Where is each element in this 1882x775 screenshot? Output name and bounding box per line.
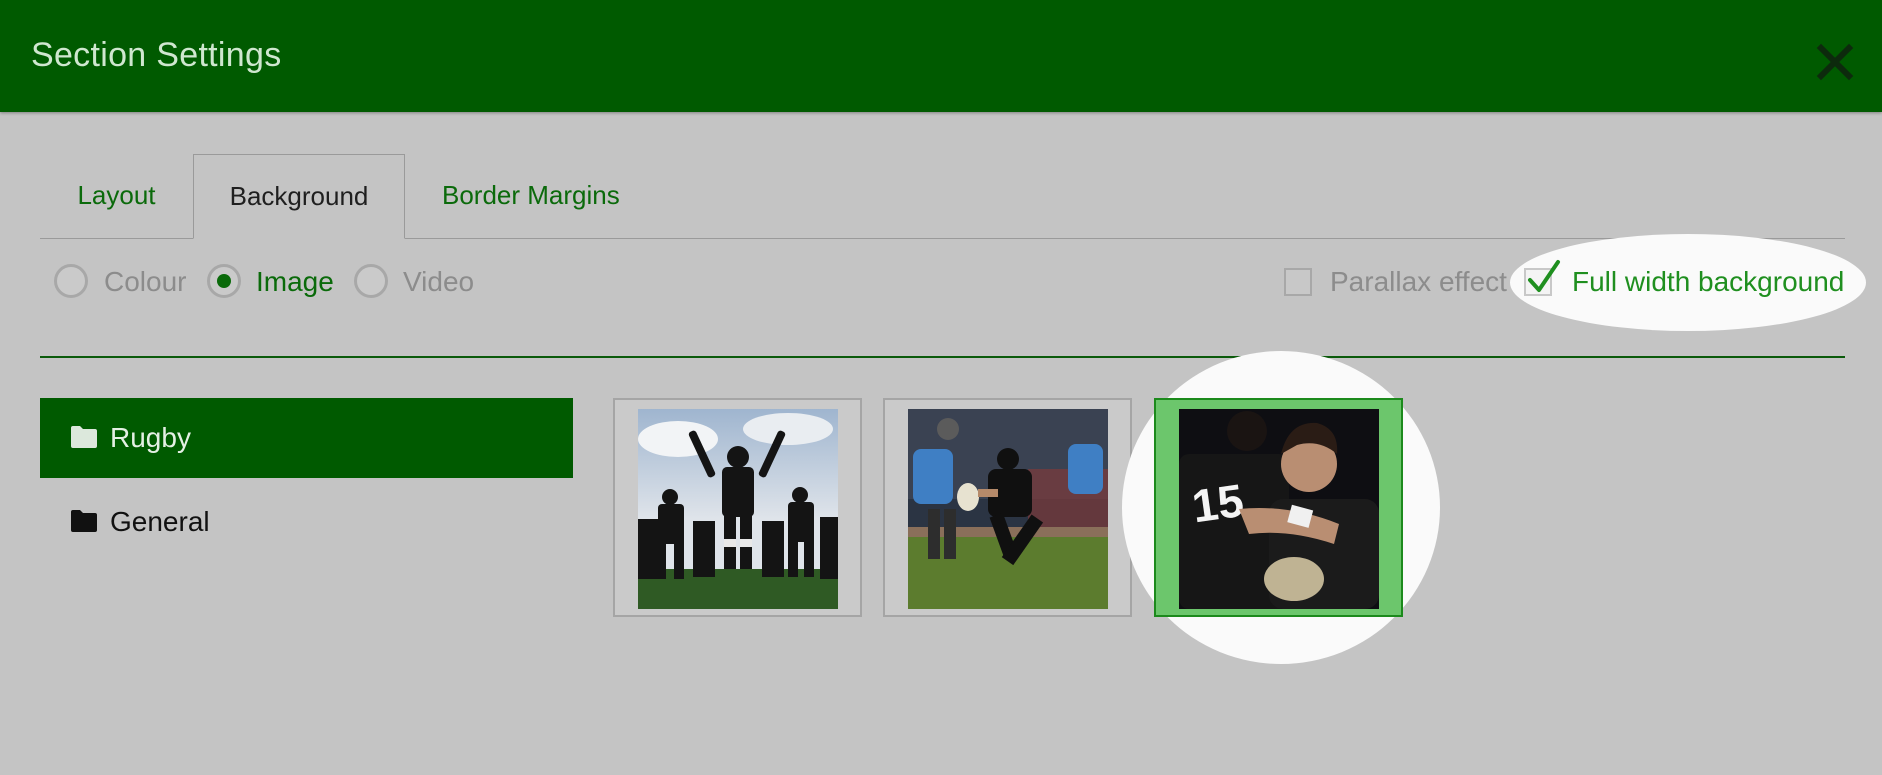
tab-background-label: Background	[229, 181, 369, 211]
close-button[interactable]	[1816, 43, 1854, 81]
folder-item-rugby[interactable]: Rugby	[40, 398, 573, 478]
radio-colour[interactable]	[54, 264, 88, 298]
folder-item-general[interactable]: General	[40, 482, 573, 562]
divider	[40, 356, 1845, 358]
radio-video-label[interactable]: Video	[403, 266, 474, 298]
parallax-label[interactable]: Parallax effect	[1330, 266, 1507, 298]
dialog-title: Section Settings	[31, 36, 282, 74]
radio-video[interactable]	[354, 264, 388, 298]
tab-border-margins[interactable]: Border Margins	[404, 154, 750, 237]
folder-icon	[71, 426, 97, 448]
full-width-label[interactable]: Full width background	[1572, 266, 1844, 298]
tab-border-margins-label: Border Margins	[442, 180, 620, 210]
dialog-header: Section Settings	[0, 0, 1882, 112]
tab-background[interactable]: Background	[193, 154, 405, 239]
parallax-checkbox[interactable]	[1284, 268, 1312, 296]
radio-colour-label[interactable]: Colour	[104, 266, 186, 298]
image-thumb-haka[interactable]	[613, 398, 862, 617]
image-player-15: 15	[1179, 409, 1379, 609]
tab-layout-label: Layout	[77, 180, 156, 210]
folder-label: Rugby	[110, 422, 191, 453]
tab-bar: Layout Background Border Margins	[40, 154, 1845, 239]
image-player-running	[908, 409, 1108, 609]
folder-label: General	[110, 506, 210, 537]
folder-icon	[71, 510, 97, 532]
checkmark-icon	[1528, 260, 1560, 292]
close-icon	[1816, 43, 1854, 81]
image-thumb-selected[interactable]: 15	[1154, 398, 1403, 617]
image-haka-team	[638, 409, 838, 609]
svg-text:15: 15	[1189, 474, 1247, 533]
image-thumb-running[interactable]	[883, 398, 1132, 617]
radio-image-label[interactable]: Image	[256, 266, 334, 298]
tab-layout[interactable]: Layout	[40, 154, 193, 237]
radio-image[interactable]	[207, 264, 241, 298]
